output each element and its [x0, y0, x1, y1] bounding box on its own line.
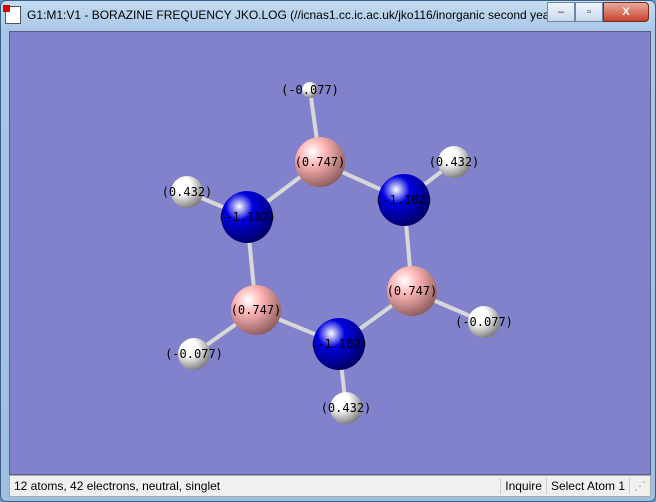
- atom-charge-label: (-1.102): [218, 210, 276, 224]
- molecule-svg[interactable]: (-0.077) (0.747) (-1.102) (0.432) (0.747) (-0…: [10, 32, 650, 474]
- atom-charge-label: (-1.102): [375, 193, 433, 207]
- atom-charge-label: (-0.077): [281, 83, 339, 97]
- resize-grip[interactable]: ⋰: [629, 478, 650, 494]
- maximize-button[interactable]: ▫: [575, 2, 603, 22]
- minimize-button[interactable]: –: [547, 2, 575, 22]
- status-bar: 12 atoms, 42 electrons, neutral, singlet…: [9, 475, 651, 497]
- atom-charge-label: (0.432): [162, 185, 213, 199]
- atom-charge-label: (0.432): [429, 155, 480, 169]
- app-window: G1:M1:V1 - BORAZINE FREQUENCY JKO.LOG (/…: [0, 0, 656, 502]
- title-bar: G1:M1:V1 - BORAZINE FREQUENCY JKO.LOG (/…: [3, 5, 567, 25]
- status-mode: Inquire: [500, 478, 546, 494]
- atom-charge-label: (-1.102): [310, 337, 368, 351]
- app-icon[interactable]: [3, 5, 21, 24]
- atom-charge-label: (-0.077): [455, 315, 513, 329]
- status-action: Select Atom 1: [545, 478, 629, 494]
- molecule-viewer[interactable]: (-0.077) (0.747) (-1.102) (0.432) (0.747) (-0…: [9, 31, 651, 475]
- atom-charge-label: (0.747): [231, 303, 282, 317]
- atom-charge-label: (0.747): [295, 155, 346, 169]
- window-title: G1:M1:V1 - BORAZINE FREQUENCY JKO.LOG (/…: [27, 8, 567, 22]
- atom-charge-label: (-0.077): [165, 347, 223, 361]
- atom-charge-label: (0.747): [387, 284, 438, 298]
- status-message: 12 atoms, 42 electrons, neutral, singlet: [14, 479, 221, 493]
- close-button[interactable]: X: [603, 2, 649, 22]
- atom-charge-label: (0.432): [321, 401, 372, 415]
